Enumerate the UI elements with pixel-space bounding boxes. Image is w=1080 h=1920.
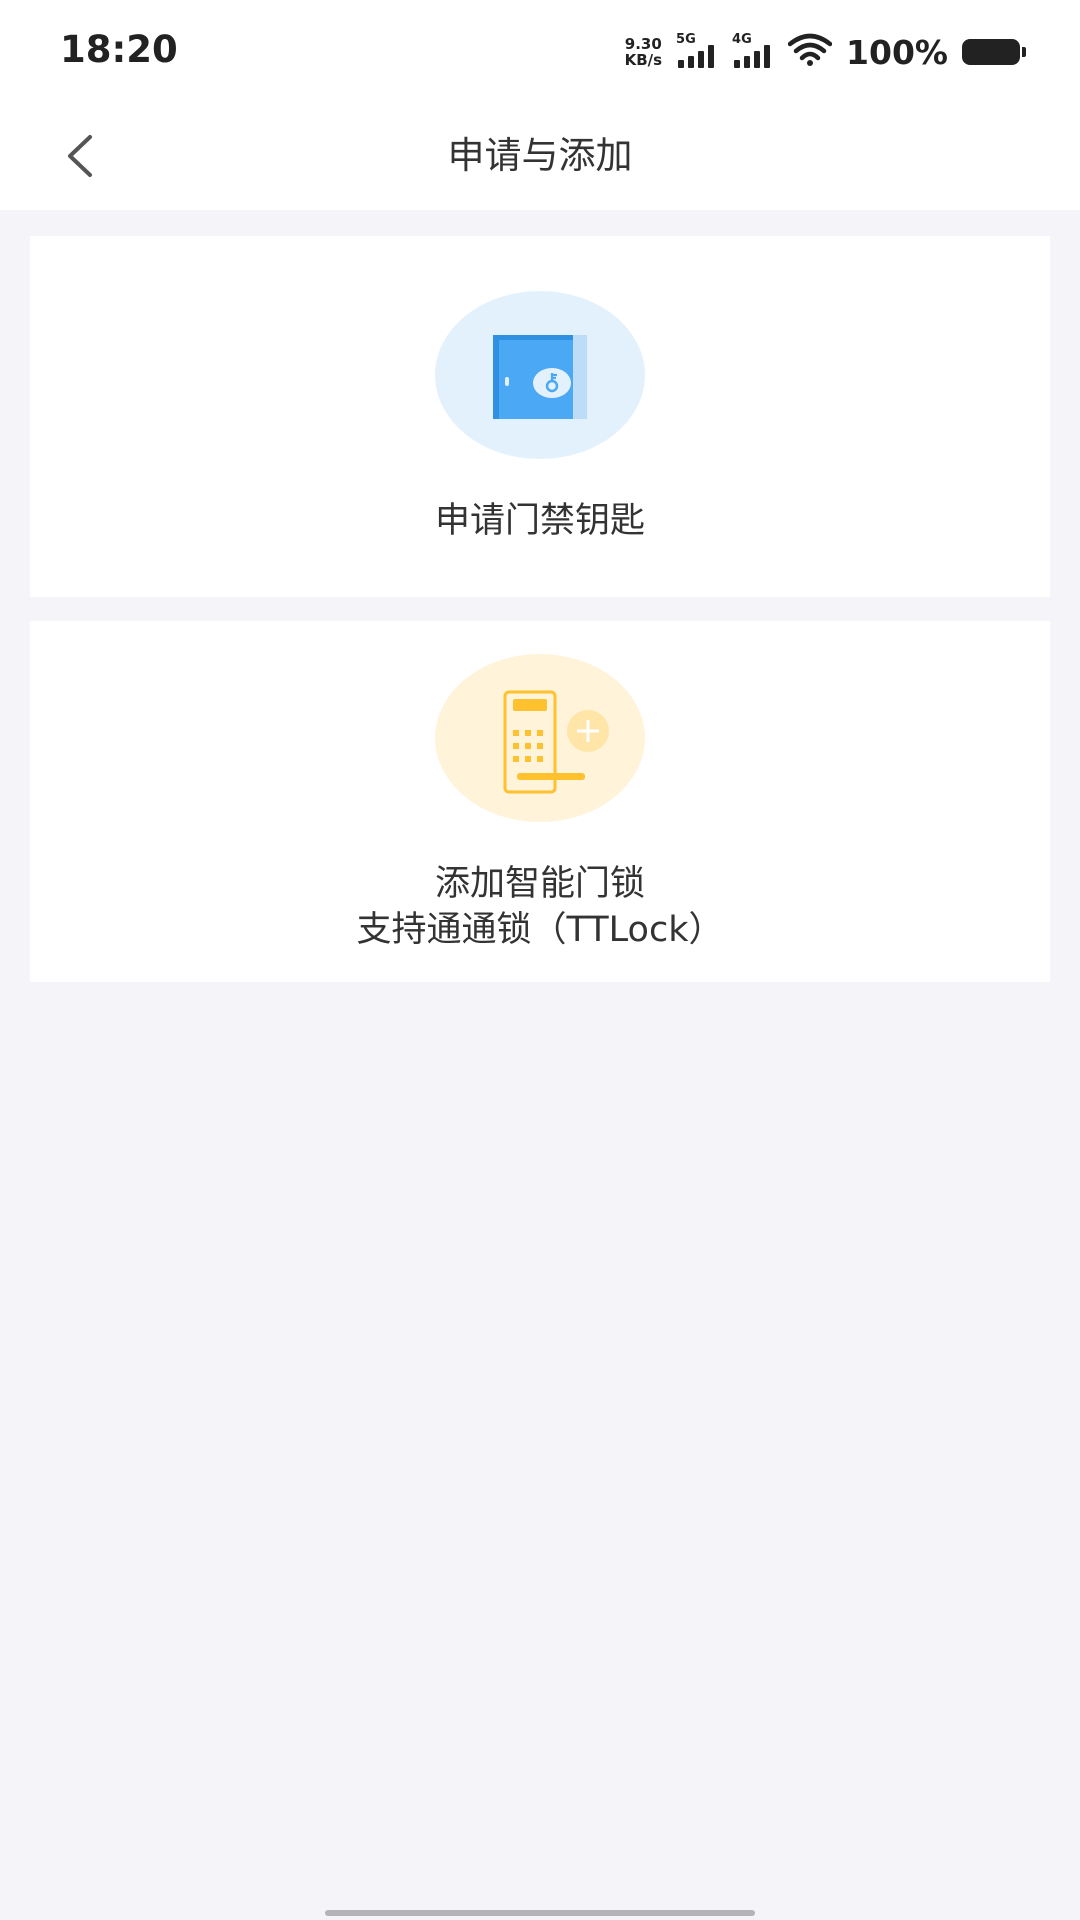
page-title: 申请与添加 (447, 134, 633, 177)
network-speed: 9.30 KB/s (625, 36, 662, 68)
network-speed-unit: KB/s (624, 51, 663, 69)
signal-5g-icon: 5G (676, 32, 718, 70)
apply-access-key-label: 申请门禁钥匙 (30, 498, 1050, 544)
smart-lock-add-icon (435, 654, 645, 822)
wifi-icon (787, 33, 833, 71)
home-indicator[interactable] (325, 1910, 755, 1916)
status-icons: 9.30 KB/s 5G 4G 100% (625, 30, 1026, 74)
back-button[interactable] (44, 120, 116, 192)
add-smart-lock-label: 添加智能门锁 支持通通锁（TTLock） (30, 861, 1050, 953)
signal-5g-label: 5G (676, 32, 696, 47)
battery-icon (962, 39, 1026, 65)
chevron-left-icon (68, 135, 92, 177)
nav-bar: 申请与添加 (0, 102, 1080, 210)
apply-access-key-card[interactable]: 申请门禁钥匙 (30, 236, 1050, 597)
door-key-icon (435, 291, 645, 459)
apply-access-key-text: 申请门禁钥匙 (434, 501, 645, 541)
add-smart-lock-subtitle: 支持通通锁（TTLock） (356, 910, 724, 950)
battery-percent: 100% (846, 32, 948, 72)
signal-4g-label: 4G (732, 32, 752, 47)
signal-4g-icon: 4G (732, 32, 774, 70)
add-smart-lock-card[interactable]: 添加智能门锁 支持通通锁（TTLock） (30, 621, 1050, 982)
status-bar: 18:20 9.30 KB/s 5G 4G 100% (0, 0, 1080, 102)
network-speed-value: 9.30 (624, 35, 662, 53)
add-smart-lock-title: 添加智能门锁 (434, 864, 645, 904)
status-time: 18:20 (60, 28, 178, 71)
